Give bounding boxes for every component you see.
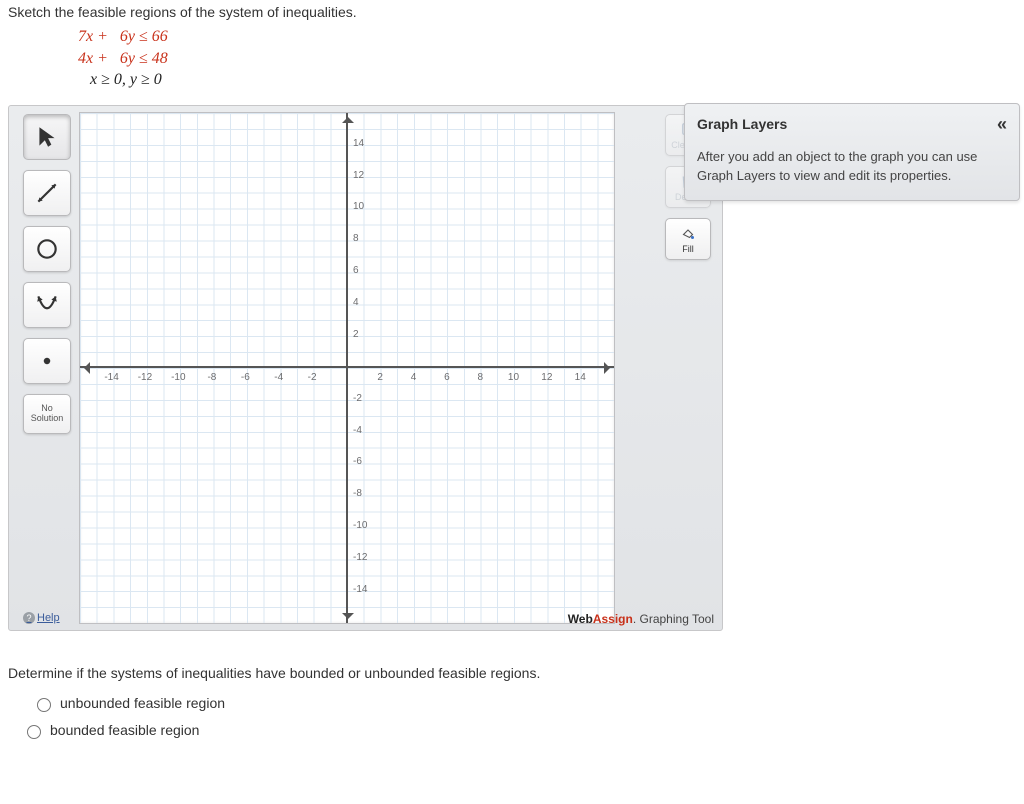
y-tick-label: 4: [353, 297, 359, 308]
y-axis: [346, 113, 348, 623]
no-solution-button[interactable]: No Solution: [23, 394, 71, 434]
brand-web: Web: [568, 612, 593, 626]
graph-layers-panel: Graph Layers « After you add an object t…: [684, 103, 1020, 201]
drawing-tools-column: No Solution ? Help: [15, 112, 79, 624]
y-tick-label: -2: [353, 393, 362, 404]
option-unbounded-label: unbounded feasible region: [60, 695, 225, 711]
y-tick-label: -10: [353, 520, 367, 531]
graph-canvas-wrap: -14 -12 -10 -8 -6 -4 -2 2 4 6 8 10 12 14 14 12 10 8 6 4 2 -2 -…: [79, 112, 660, 624]
equation-2: 4x + 6y ≤ 48: [78, 48, 1016, 70]
graph-layers-body: After you add an object to the graph you…: [685, 139, 1019, 200]
parabola-tool-button[interactable]: [23, 282, 71, 328]
y-tick-label: 2: [353, 329, 359, 340]
y-tick-label: 10: [353, 201, 364, 212]
option-unbounded[interactable]: unbounded feasible region: [32, 695, 1016, 712]
x-tick-label: 14: [575, 372, 586, 383]
help-icon: ?: [23, 612, 35, 624]
parabola-icon: [34, 292, 60, 318]
x-tick-label: -10: [171, 372, 185, 383]
question-2-prompt: Determine if the systems of inequalities…: [8, 665, 1016, 681]
brand-footer: WebAssign. Graphing Tool: [568, 612, 714, 626]
y-tick-label: -4: [353, 425, 362, 436]
axis-arrow-down-icon: [342, 613, 354, 624]
graphing-tool-panel: No Solution ? Help -14 -12 -10 -8 -6 -4 -2: [8, 105, 723, 631]
y-tick-label: -6: [353, 456, 362, 467]
radio-bounded[interactable]: [27, 725, 41, 739]
help-link[interactable]: ? Help: [23, 612, 60, 624]
x-tick-label: -4: [274, 372, 283, 383]
x-tick-label: -14: [104, 372, 118, 383]
option-bounded[interactable]: bounded feasible region: [22, 722, 1016, 739]
x-tick-label: -2: [308, 372, 317, 383]
axis-arrow-right-icon: [604, 362, 615, 374]
y-tick-label: 8: [353, 233, 359, 244]
y-tick-label: 6: [353, 265, 359, 276]
y-tick-label: -14: [353, 584, 367, 595]
axis-arrow-left-icon: [79, 362, 90, 374]
no-solution-label-2: Solution: [31, 414, 64, 424]
brand-suffix: . Graphing Tool: [633, 612, 714, 626]
x-tick-label: -6: [241, 372, 250, 383]
pointer-tool-button[interactable]: [23, 114, 71, 160]
x-tick-label: 4: [411, 372, 417, 383]
collapse-icon[interactable]: «: [997, 114, 1007, 135]
line-icon: [34, 180, 60, 206]
radio-unbounded[interactable]: [37, 698, 51, 712]
brand-assign: Assign: [593, 612, 633, 626]
x-tick-label: 8: [478, 372, 484, 383]
help-label: Help: [37, 612, 60, 624]
x-tick-label: 10: [508, 372, 519, 383]
x-tick-label: 6: [444, 372, 450, 383]
fill-button[interactable]: Fill: [665, 218, 711, 260]
axis-arrow-up-icon: [342, 112, 354, 123]
x-tick-label: -12: [138, 372, 152, 383]
fill-icon: [679, 224, 697, 242]
graph-canvas[interactable]: -14 -12 -10 -8 -6 -4 -2 2 4 6 8 10 12 14 14 12 10 8 6 4 2 -2 -…: [79, 112, 615, 624]
y-tick-label: -12: [353, 552, 367, 563]
equation-3: x ≥ 0, y ≥ 0: [78, 69, 1016, 91]
pointer-icon: [34, 124, 60, 150]
circle-tool-button[interactable]: [23, 226, 71, 272]
equation-1: 7x + 6y ≤ 66: [78, 26, 1016, 48]
x-tick-label: 2: [377, 372, 383, 383]
graph-layers-title: Graph Layers: [697, 116, 787, 132]
y-tick-label: 12: [353, 170, 364, 181]
equation-block: 7x + 6y ≤ 66 4x + 6y ≤ 48 x ≥ 0, y ≥ 0: [78, 26, 1016, 91]
problem-prompt: Sketch the feasible regions of the syste…: [8, 4, 1016, 20]
y-tick-label: 14: [353, 138, 364, 149]
point-tool-button[interactable]: [23, 338, 71, 384]
y-tick-label: -8: [353, 488, 362, 499]
line-tool-button[interactable]: [23, 170, 71, 216]
x-tick-label: -8: [207, 372, 216, 383]
circle-icon: [34, 236, 60, 262]
option-bounded-label: bounded feasible region: [50, 722, 199, 738]
x-tick-label: 12: [541, 372, 552, 383]
point-icon: [34, 348, 60, 374]
fill-label: Fill: [682, 244, 694, 254]
